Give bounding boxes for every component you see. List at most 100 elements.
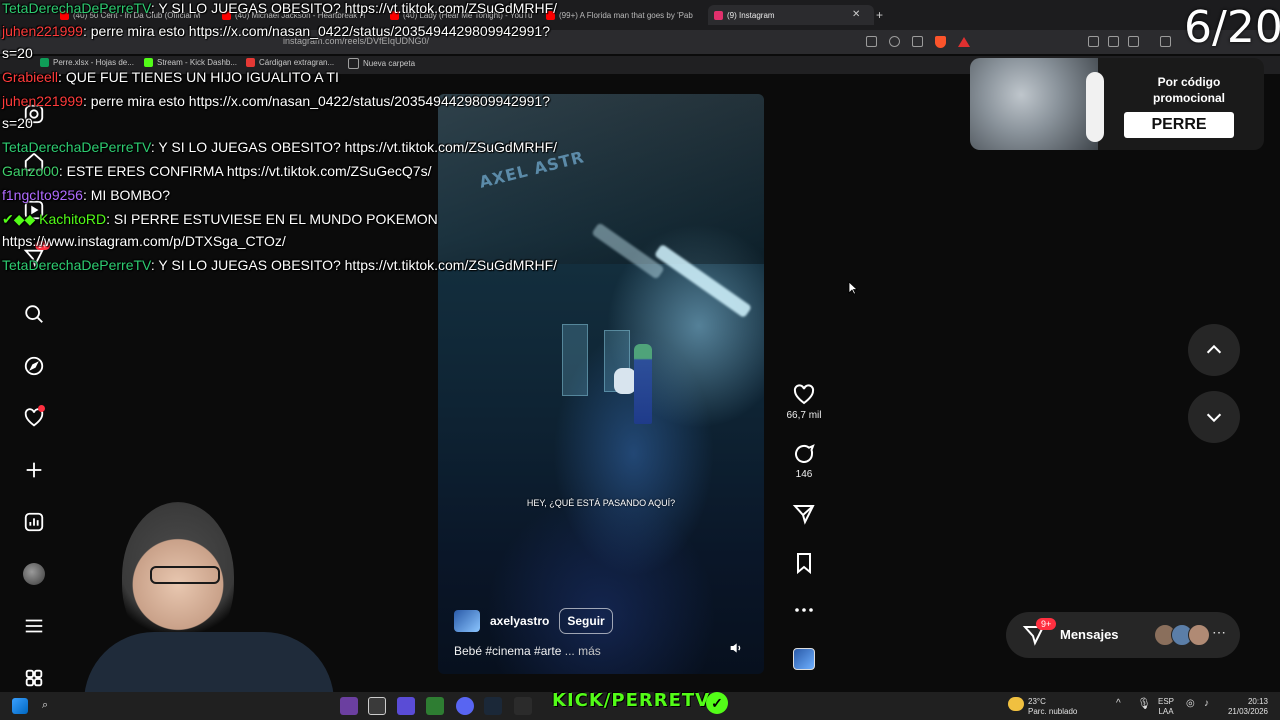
puzzle-icon[interactable] <box>1108 36 1119 47</box>
character-figure <box>634 344 652 424</box>
goal-counter: 6/20 <box>1184 2 1280 53</box>
microphone-icon[interactable]: 🎙︎ <box>1137 697 1151 710</box>
app-icon[interactable] <box>368 697 386 715</box>
volume-icon[interactable]: ♪ <box>1204 698 1209 709</box>
chevron-up-icon[interactable]: ^ <box>1116 698 1121 709</box>
more-options-button[interactable] <box>786 598 822 622</box>
promo-text: Por código promocional <box>1152 75 1225 105</box>
chat-message: ✔◆◆ KachitoRD: SI PERRE ESTUVIESE EN EL … <box>2 211 438 227</box>
clock[interactable]: 20:13 21/03/2026 <box>1222 697 1268 717</box>
app-icon[interactable] <box>340 697 358 715</box>
messages-button[interactable]: 9+ Mensajes ⋯ <box>1006 612 1240 658</box>
caption-more-link[interactable]: ... más <box>565 644 601 658</box>
like-button[interactable]: 66,7 mil <box>786 383 822 421</box>
app-icon[interactable] <box>426 697 444 715</box>
reel-video[interactable]: AXEL ASTR HEY, ¿QUÉ ESTÁ PASANDO AQUÍ? a… <box>438 94 764 674</box>
chat-message: TetaDerechaDePerreTV: Y SI LO JUEGAS OBE… <box>2 0 558 16</box>
chevron-up-icon <box>1206 344 1222 354</box>
profile-avatar[interactable] <box>21 561 47 587</box>
kick-channel-brand: KICK/PERRETV <box>552 690 711 711</box>
robot-character <box>614 368 636 394</box>
browser-tab-active[interactable]: (9) Instagram <box>708 5 874 25</box>
chat-message: juhen221999: perre mira esto https://x.c… <box>2 23 550 39</box>
follow-button[interactable]: Seguir <box>559 608 613 634</box>
share-icon[interactable] <box>912 36 923 47</box>
more-icon <box>795 608 813 612</box>
extension-icon[interactable] <box>1088 36 1099 47</box>
next-reel-button[interactable] <box>1188 391 1240 443</box>
chat-badges: ✔◆◆ <box>2 211 40 227</box>
train-window <box>562 324 588 396</box>
chat-username: f1ngcIto9256 <box>2 187 83 203</box>
zoom-icon[interactable] <box>889 36 900 47</box>
steam-icon[interactable] <box>484 697 502 715</box>
chat-text: QUE FUE TIENES UN HIJO IGUALITO A TI <box>65 69 339 85</box>
like-count: 66,7 mil <box>786 410 822 421</box>
browser-tab[interactable]: (99+) A Florida man that goes by 'Pab <box>546 5 696 25</box>
weather-widget[interactable]: 23°C Parc. nublado <box>1028 697 1077 717</box>
chat-username: TetaDerechaDePerreTV <box>2 0 151 16</box>
create-icon[interactable] <box>21 457 47 483</box>
bookmark-label: Nueva carpeta <box>363 59 416 68</box>
explore-icon[interactable] <box>21 353 47 379</box>
promo-code: PERRE <box>1124 112 1234 138</box>
music-icon[interactable] <box>1160 36 1171 47</box>
chat-text: Y SI LO JUEGAS OBESITO? https://vt.tikto… <box>158 0 558 16</box>
promo-product-image <box>970 58 1098 150</box>
chat-message: f1ngcIto9256: MI BOMBO? <box>2 187 171 203</box>
chat-text: perre mira esto https://x.com/nasan_0422… <box>90 23 550 39</box>
brave-shield-icon[interactable] <box>935 36 946 48</box>
sound-icon[interactable] <box>728 640 744 656</box>
chat-message: https://www.instagram.com/p/DTXSga_CTOz/ <box>2 230 286 252</box>
apps-icon[interactable] <box>21 665 47 691</box>
avatar <box>1188 624 1210 646</box>
rewards-icon[interactable] <box>958 37 970 47</box>
chat-text: https://www.instagram.com/p/DTXSga_CTOz/ <box>2 233 286 249</box>
more-icon: ⋯ <box>1212 624 1226 640</box>
chevron-down-icon <box>1206 413 1222 423</box>
bookmark-item[interactable]: Nueva carpeta <box>348 58 415 69</box>
app-icon[interactable] <box>514 697 532 715</box>
discord-icon[interactable] <box>456 697 474 715</box>
search-icon[interactable] <box>21 301 47 327</box>
chat-message: Ganzo00: ESTE ERES CONFIRMA https://vt.t… <box>2 163 432 179</box>
chat-message: TetaDerechaDePerreTV: Y SI LO JUEGAS OBE… <box>2 139 558 155</box>
dashboard-icon[interactable] <box>21 509 47 535</box>
author-avatar[interactable] <box>454 610 480 632</box>
tab-label: (99+) A Florida man that goes by 'Pab <box>559 10 693 20</box>
chat-message: s=20 <box>2 42 33 64</box>
chat-username: juhen221999 <box>2 93 83 109</box>
chat-username: KachitoRD <box>39 211 107 227</box>
chat-text: Y SI LO JUEGAS OBESITO? https://vt.tikto… <box>158 139 558 155</box>
chat-message: TetaDerechaDePerreTV: Y SI LO JUEGAS OBE… <box>2 257 558 273</box>
language-indicator[interactable]: ESP LAA <box>1158 697 1174 717</box>
menu-icon[interactable] <box>21 613 47 639</box>
screenshot-icon[interactable] <box>866 36 877 47</box>
previous-reel-button[interactable] <box>1188 324 1240 376</box>
author-name[interactable]: axelyastro <box>490 614 549 628</box>
weather-icon <box>1008 697 1024 711</box>
reel-caption[interactable]: Bebé #cinema #arte ... más <box>454 644 601 658</box>
chat-text: s=20 <box>2 45 33 61</box>
language-code: ESP <box>1158 697 1175 706</box>
audio-thumbnail[interactable] <box>793 648 815 670</box>
sidebar-toggle-icon[interactable] <box>1128 36 1139 47</box>
notification-dot <box>38 405 45 412</box>
comment-button[interactable]: 146 <box>786 442 822 480</box>
network-icon[interactable]: ◎ <box>1186 698 1195 709</box>
chat-text: SI PERRE ESTUVIESE EN EL MUNDO POKEMON <box>113 211 438 227</box>
heart-icon[interactable] <box>21 405 47 431</box>
keyboard-layout: LAA <box>1158 707 1174 716</box>
search-icon[interactable]: ⌕ <box>42 699 48 712</box>
chat-username: juhen221999 <box>2 23 83 39</box>
chat-message: Grabieell: QUE FUE TIENES UN HIJO IGUALI… <box>2 69 339 85</box>
promo-search-bar <box>1086 72 1104 142</box>
share-button[interactable] <box>786 502 822 526</box>
chat-text: s=20 <box>2 115 33 131</box>
caption-text: Bebé #cinema #arte <box>454 644 562 658</box>
new-tab-icon[interactable]: + <box>876 8 883 22</box>
app-icon[interactable] <box>397 697 415 715</box>
save-button[interactable] <box>786 551 822 575</box>
close-tab-icon[interactable]: ✕ <box>852 9 860 20</box>
windows-start-icon[interactable] <box>12 698 28 714</box>
